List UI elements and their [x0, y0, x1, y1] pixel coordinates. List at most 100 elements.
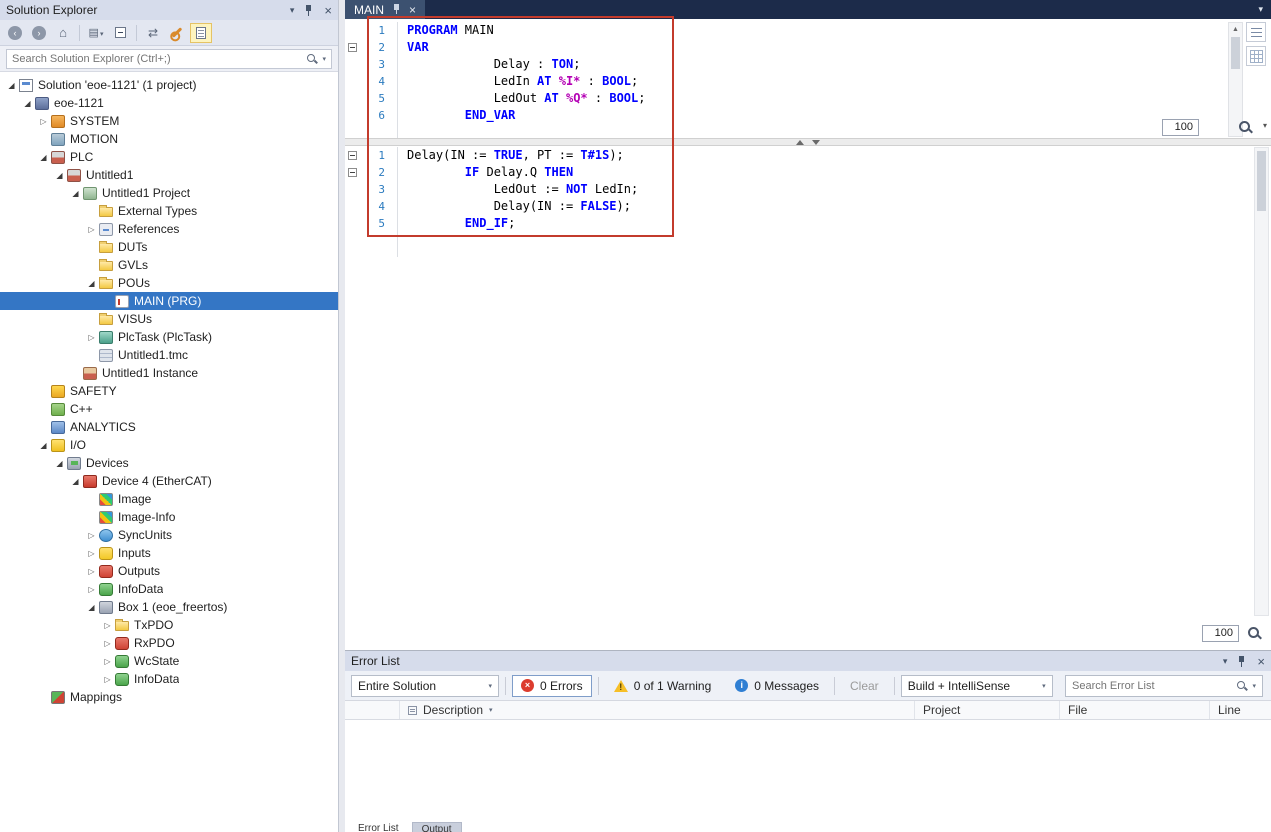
error-list-search-input[interactable] — [1072, 680, 1236, 692]
expanded-arrow-icon[interactable]: ◢ — [68, 189, 83, 198]
code-line-5[interactable]: 5 LedOut AT %Q* : BOOL; — [345, 90, 1211, 107]
search-icon[interactable] — [306, 53, 318, 65]
tab-pin-icon[interactable] — [392, 4, 401, 15]
tree-item-outputs[interactable]: ▷Outputs — [0, 562, 338, 580]
collapsed-arrow-icon[interactable]: ▷ — [100, 675, 115, 684]
window-position-icon[interactable]: ▾ — [1223, 656, 1228, 667]
scope-dropdown[interactable]: Entire Solution ▾ — [351, 675, 499, 697]
collapsed-arrow-icon[interactable]: ▷ — [84, 585, 99, 594]
expanded-arrow-icon[interactable]: ◢ — [4, 81, 19, 90]
tree-item-visus[interactable]: VISUs — [0, 310, 338, 328]
tree-item-inputs[interactable]: ▷Inputs — [0, 544, 338, 562]
code-text[interactable]: LedOut := NOT LedIn; — [391, 181, 638, 198]
tree-item-image-info[interactable]: Image-Info — [0, 508, 338, 526]
expanded-arrow-icon[interactable]: ◢ — [36, 441, 51, 450]
tree-item-references[interactable]: ▷References — [0, 220, 338, 238]
collapsed-arrow-icon[interactable]: ▷ — [36, 117, 51, 126]
messages-filter-button[interactable]: i 0 Messages — [726, 675, 828, 697]
tree-item-syncunits[interactable]: ▷SyncUnits — [0, 526, 338, 544]
collapsed-arrow-icon[interactable]: ▷ — [84, 225, 99, 234]
tree-item-plctask-plctask[interactable]: ▷PlcTask (PlcTask) — [0, 328, 338, 346]
switch-views-icon[interactable] — [85, 23, 107, 43]
tree-item-c[interactable]: C++ — [0, 400, 338, 418]
splitter-down-icon[interactable] — [812, 140, 820, 145]
tree-item-main-prg[interactable]: MAIN (PRG) — [0, 292, 338, 310]
tree-item-analytics[interactable]: ANALYTICS — [0, 418, 338, 436]
errors-filter-button[interactable]: × 0 Errors — [512, 675, 592, 697]
code-line-1[interactable]: 1Delay(IN := TRUE, PT := T#1S); — [345, 147, 1251, 164]
code-line-4[interactable]: 4 LedIn AT %I* : BOOL; — [345, 73, 1211, 90]
code-line-4[interactable]: 4 Delay(IN := FALSE); — [345, 198, 1251, 215]
close-icon[interactable]: × — [1257, 655, 1265, 668]
solution-search-input[interactable] — [12, 53, 306, 65]
code-text[interactable]: Delay : TON; — [391, 56, 580, 73]
file-column-header[interactable]: File — [1060, 701, 1210, 719]
expanded-arrow-icon[interactable]: ◢ — [84, 603, 99, 612]
document-list-chevron-icon[interactable]: ▾ — [1258, 4, 1271, 15]
tree-item-wcstate[interactable]: ▷WcState — [0, 652, 338, 670]
code-line-6[interactable]: 6 END_VAR — [345, 107, 1211, 124]
expanded-arrow-icon[interactable]: ◢ — [52, 459, 67, 468]
collapsed-arrow-icon[interactable]: ▷ — [84, 333, 99, 342]
tree-item-motion[interactable]: MOTION — [0, 130, 338, 148]
implementation-pane[interactable]: 1Delay(IN := TRUE, PT := T#1S);2 IF Dela… — [345, 147, 1251, 257]
window-position-icon[interactable]: ▾ — [290, 5, 295, 16]
tree-item-safety[interactable]: SAFETY — [0, 382, 338, 400]
tabular-view-icon[interactable] — [1246, 46, 1266, 66]
code-text[interactable]: END_VAR — [391, 107, 515, 124]
warnings-filter-button[interactable]: 0 of 1 Warning — [605, 675, 721, 697]
error-list-body[interactable] — [345, 720, 1271, 832]
line-column-header[interactable]: Line — [1210, 701, 1271, 719]
tree-item-gvls[interactable]: GVLs — [0, 256, 338, 274]
tree-item-txpdo[interactable]: ▷TxPDO — [0, 616, 338, 634]
chevron-down-icon[interactable]: ▾ — [322, 55, 326, 63]
filter-chevron-icon[interactable]: ▾ — [489, 706, 493, 714]
pin-icon[interactable] — [304, 4, 314, 17]
zoom-chevron-icon[interactable]: ▾ — [1263, 121, 1267, 130]
code-line-2[interactable]: 2 IF Delay.Q THEN — [345, 164, 1251, 181]
preview-selected-items-icon[interactable] — [190, 23, 212, 43]
declaration-pane[interactable]: 1PROGRAM MAIN2VAR3 Delay : TON;4 LedIn A… — [345, 22, 1211, 138]
code-text[interactable]: Delay(IN := TRUE, PT := T#1S); — [391, 147, 624, 164]
tree-item-device-4-ethercat[interactable]: ◢Device 4 (EtherCAT) — [0, 472, 338, 490]
code-line-3[interactable]: 3 LedOut := NOT LedIn; — [345, 181, 1251, 198]
code-text[interactable]: END_IF; — [391, 215, 515, 232]
fold-collapse-icon[interactable] — [348, 151, 357, 160]
tree-item-untitled1-project[interactable]: ◢Untitled1 Project — [0, 184, 338, 202]
tree-item-mappings[interactable]: Mappings — [0, 688, 338, 706]
solution-search-box[interactable]: ▾ — [6, 49, 332, 69]
code-text[interactable]: LedIn AT %I* : BOOL; — [391, 73, 638, 90]
code-text[interactable]: PROGRAM MAIN — [391, 22, 494, 39]
expanded-arrow-icon[interactable]: ◢ — [68, 477, 83, 486]
tab-error-list[interactable]: Error List — [349, 822, 408, 832]
project-column-header[interactable]: Project — [915, 701, 1060, 719]
splitter-up-icon[interactable] — [796, 140, 804, 145]
tree-item-eoe-1121[interactable]: ◢eoe-1121 — [0, 94, 338, 112]
tree-item-untitled1-instance[interactable]: Untitled1 Instance — [0, 364, 338, 382]
textual-view-icon[interactable] — [1246, 22, 1266, 42]
code-text[interactable]: Delay(IN := FALSE); — [391, 198, 631, 215]
expanded-arrow-icon[interactable]: ◢ — [20, 99, 35, 108]
tab-close-icon[interactable]: × — [409, 4, 416, 16]
expanded-arrow-icon[interactable]: ◢ — [52, 171, 67, 180]
tree-item-image[interactable]: Image — [0, 490, 338, 508]
search-icon[interactable] — [1236, 680, 1248, 692]
tree-item-pous[interactable]: ◢POUs — [0, 274, 338, 292]
close-icon[interactable]: × — [324, 4, 332, 17]
clear-button[interactable]: Clear — [841, 675, 888, 697]
code-line-2[interactable]: 2VAR — [345, 39, 1211, 56]
scroll-up-icon[interactable]: ▲ — [1229, 23, 1242, 36]
zoom-level-implementation[interactable]: 100 — [1202, 625, 1239, 642]
collapsed-arrow-icon[interactable]: ▷ — [84, 549, 99, 558]
implementation-scrollbar[interactable] — [1254, 147, 1269, 616]
tree-item-infodata[interactable]: ▷InfoData — [0, 580, 338, 598]
forward-icon[interactable]: › — [28, 23, 50, 43]
collapsed-arrow-icon[interactable]: ▷ — [84, 567, 99, 576]
tab-output[interactable]: Output — [412, 822, 462, 832]
code-line-5[interactable]: 5 END_IF; — [345, 215, 1251, 232]
tree-item-external-types[interactable]: External Types — [0, 202, 338, 220]
collapsed-arrow-icon[interactable]: ▷ — [100, 657, 115, 666]
magnifier-icon[interactable] — [1238, 120, 1253, 135]
code-line-3[interactable]: 3 Delay : TON; — [345, 56, 1211, 73]
fold-collapse-icon[interactable] — [348, 43, 357, 52]
